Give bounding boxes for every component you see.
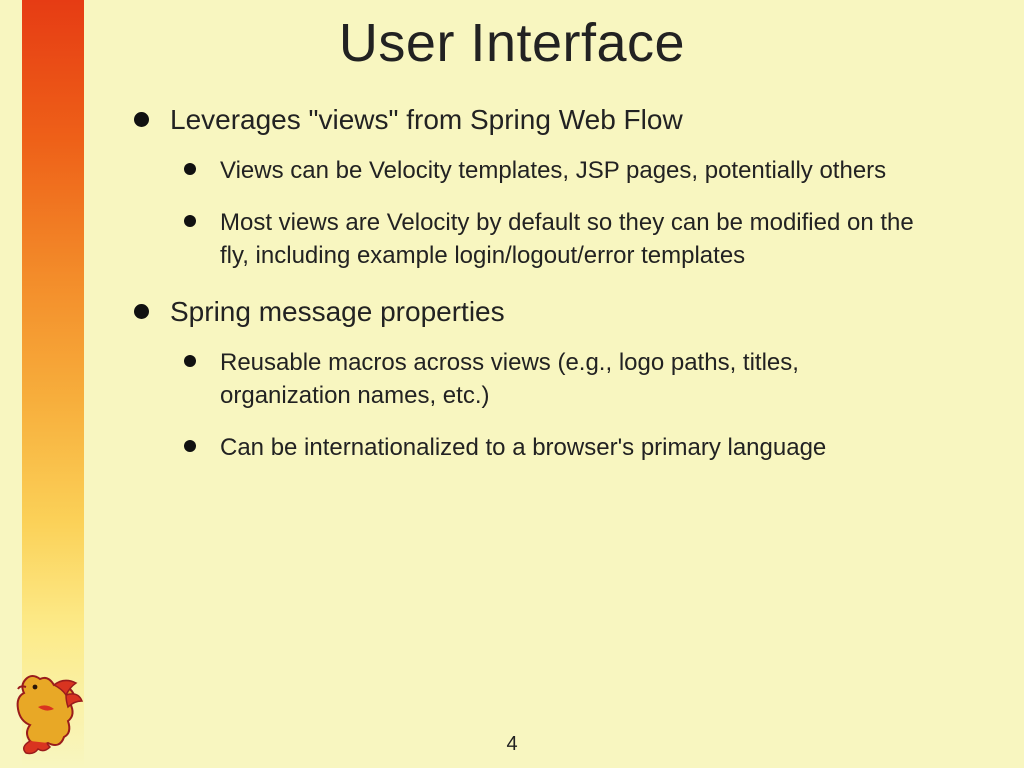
bullet-lv2-text: Most views are Velocity by default so th… [220, 209, 914, 268]
bullet-lv2: Views can be Velocity templates, JSP pag… [180, 155, 930, 187]
page-number: 4 [0, 733, 1024, 756]
bullet-lv2-text: Can be internationalized to a browser's … [220, 434, 826, 461]
griffin-icon [6, 667, 86, 760]
slide-body: Leverages "views" from Spring Web Flow V… [130, 102, 930, 464]
slide-content: User Interface Leverages "views" from Sp… [0, 0, 1024, 768]
bullet-lv2: Most views are Velocity by default so th… [180, 207, 930, 272]
bullet-lv2: Can be internationalized to a browser's … [180, 432, 930, 464]
bullet-lv1-text: Leverages "views" from Spring Web Flow [170, 104, 683, 135]
bullet-lv1: Spring message properties Reusable macro… [130, 294, 930, 464]
bullet-lv1: Leverages "views" from Spring Web Flow V… [130, 102, 930, 272]
bullet-lv2: Reusable macros across views (e.g., logo… [180, 347, 930, 412]
slide-title: User Interface [0, 12, 1024, 74]
bullet-lv2-text: Views can be Velocity templates, JSP pag… [220, 157, 886, 184]
bullet-lv1-text: Spring message properties [170, 296, 505, 327]
bullet-lv2-text: Reusable macros across views (e.g., logo… [220, 349, 799, 408]
